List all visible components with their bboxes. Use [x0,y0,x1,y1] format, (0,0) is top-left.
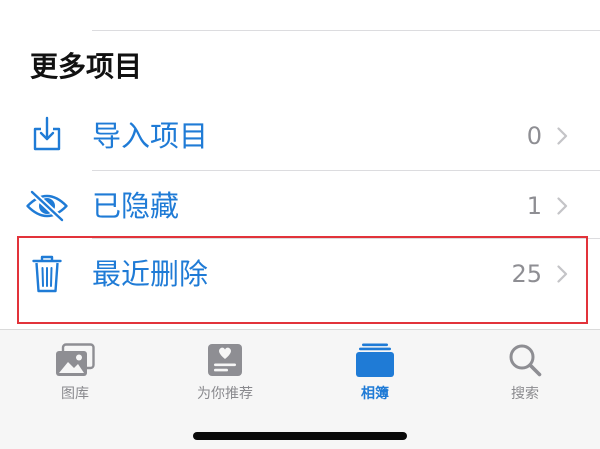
list-item-recently-deleted[interactable]: 最近删除 25 [0,244,600,304]
list-item-count: 25 [511,260,542,288]
import-icon [33,116,61,151]
eye-slash-icon [26,189,68,223]
list-item-label: 最近删除 [92,257,209,291]
photo-library-icon [56,343,95,376]
list-item-hidden[interactable]: 已隐藏 1 [0,176,600,236]
chevron-right-icon [557,127,568,145]
chevron-right-icon [557,265,568,283]
list-item-count: 0 [526,122,542,150]
section-title: 更多项目 [30,50,143,83]
chevron-right-icon [557,197,568,215]
trash-icon [32,255,62,293]
tab-search[interactable]: 搜索 [450,330,600,410]
list-item-count: 1 [526,192,542,220]
row-divider [92,170,600,171]
row-divider [92,238,600,239]
top-divider [92,30,600,31]
search-icon [509,344,542,377]
list-item-label: 导入项目 [92,119,209,153]
tab-for-you[interactable]: 为你推荐 [150,330,300,410]
home-indicator[interactable] [193,432,407,440]
tab-albums[interactable]: 相簿 [300,330,450,410]
for-you-icon [208,344,242,376]
list-item-label: 已隐藏 [92,189,180,223]
tab-library[interactable]: 图库 [0,330,150,410]
list-item-import[interactable]: 导入项目 0 [0,106,600,166]
tab-label: 为你推荐 [197,386,253,402]
tab-label: 搜索 [511,386,539,402]
tab-label: 相簿 [361,386,389,402]
tab-bar: 图库 为你推荐 相簿 搜索 [0,329,600,449]
albums-icon [356,343,394,377]
tab-label: 图库 [61,386,89,402]
